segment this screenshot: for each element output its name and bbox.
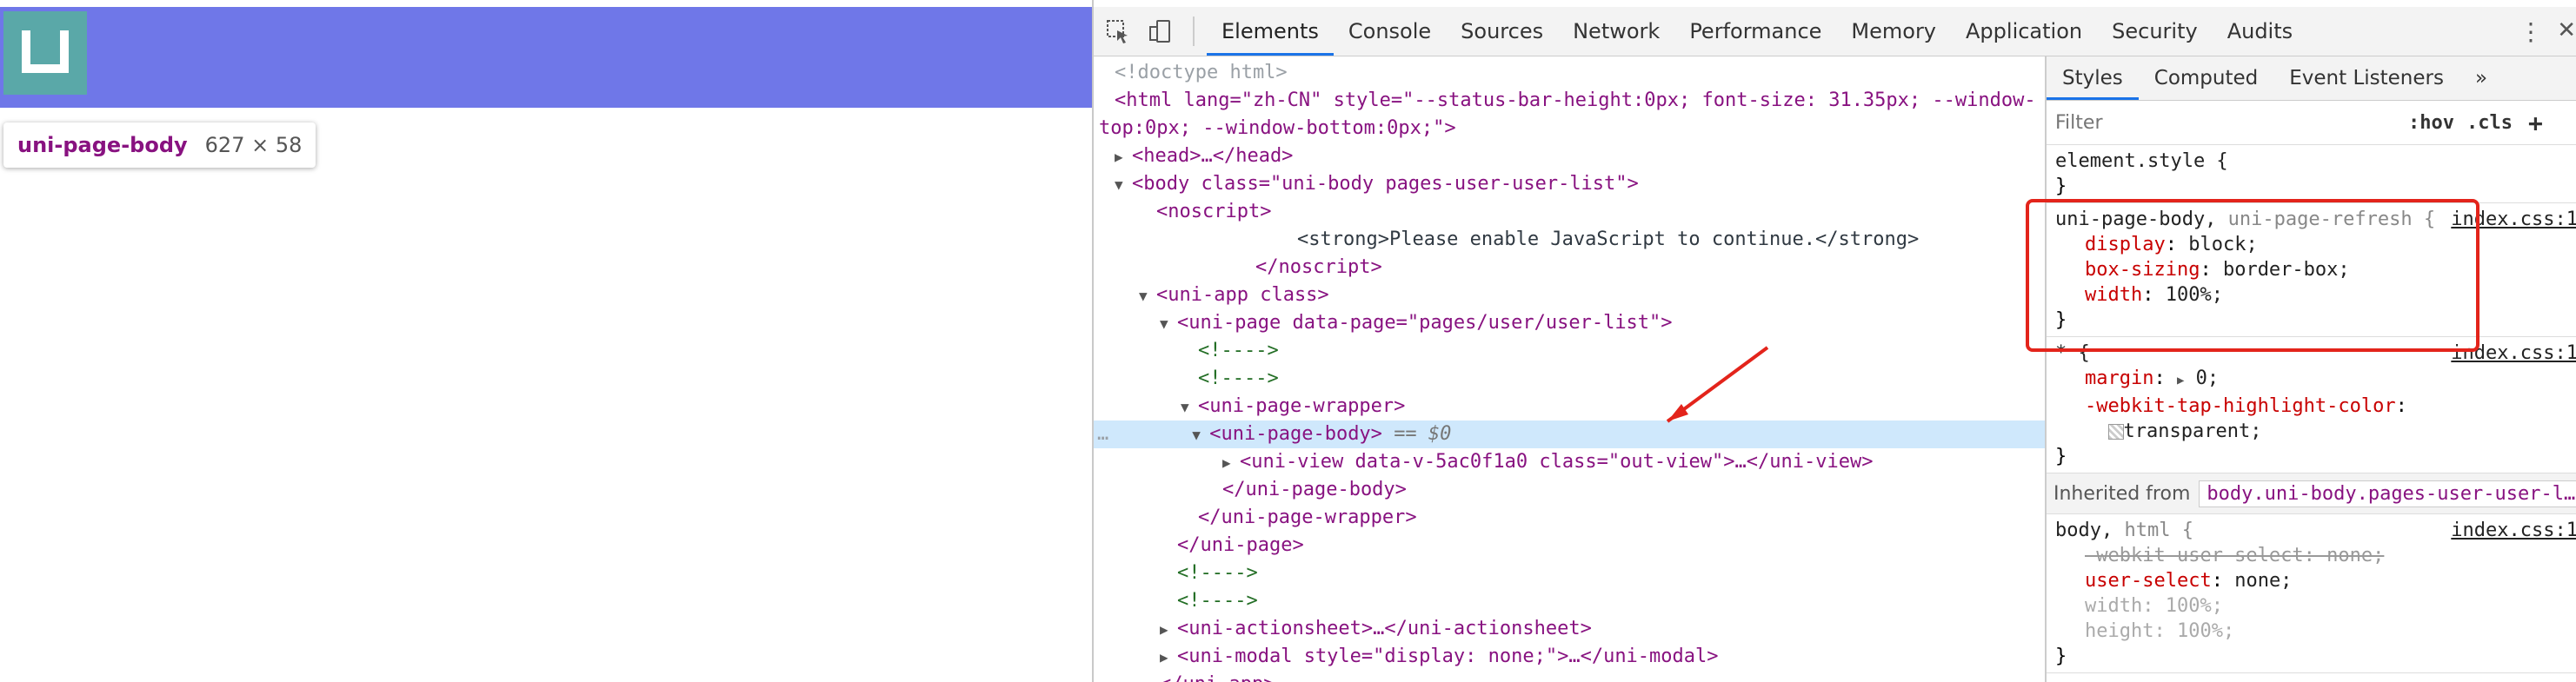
prop-name[interactable]: -webkit-tap-highlight-color xyxy=(2085,395,2396,417)
prop-value[interactable]: 0; xyxy=(2196,367,2220,389)
tab-security[interactable]: Security xyxy=(2097,7,2213,56)
styles-filter-input[interactable] xyxy=(2053,106,2396,139)
color-swatch-icon[interactable] xyxy=(2107,424,2124,440)
tab-styles[interactable]: Styles xyxy=(2047,56,2139,100)
rule-close: } xyxy=(2055,175,2067,197)
rule-close: } xyxy=(2055,446,2067,467)
toolbar-divider xyxy=(1193,17,1195,46)
annotation-arrow xyxy=(1666,346,1769,423)
devtools-panel: Elements Console Sources Network Perform… xyxy=(1092,0,2576,682)
tooltip-tag: uni-page-body xyxy=(17,133,188,157)
prop-name[interactable]: width xyxy=(2085,284,2142,306)
rule-close: } xyxy=(2055,309,2067,331)
universal-rule[interactable]: * {index.css:1 margin: ▶ 0; -webkit-tap-… xyxy=(2047,337,2576,473)
inherited-header: Inherited from body.uni-body.pages-user-… xyxy=(2047,473,2576,514)
close-icon[interactable]: ✕ xyxy=(2557,17,2576,43)
prop-name[interactable]: box-sizing xyxy=(2085,259,2200,281)
element-style-rule[interactable]: element.style { } xyxy=(2047,145,2576,203)
cls-toggle[interactable]: .cls xyxy=(2466,112,2513,134)
tab-performance[interactable]: Performance xyxy=(1674,7,1836,56)
tab-elements[interactable]: Elements xyxy=(1207,7,1334,56)
rule1-selector: uni-page-body, xyxy=(2055,209,2217,230)
prop-value[interactable]: transparent; xyxy=(2124,420,2262,442)
prop-value[interactable]: block; xyxy=(2188,234,2257,255)
tab-computed[interactable]: Computed xyxy=(2139,56,2273,100)
rule-close: } xyxy=(2055,646,2067,667)
inactive-prop[interactable]: width: 100%; xyxy=(2055,595,2223,617)
tooltip-size: 627 × 58 xyxy=(204,133,303,157)
tab-application[interactable]: Application xyxy=(1951,7,2097,56)
rule3-selector: body, xyxy=(2055,520,2113,541)
expand-triangle-icon[interactable]: ▶ xyxy=(2177,374,2184,387)
tab-audits[interactable]: Audits xyxy=(2213,7,2307,56)
prop-name[interactable]: display xyxy=(2085,234,2166,255)
devtools-tabbar: Elements Console Sources Network Perform… xyxy=(1094,7,2576,56)
prop-name[interactable]: user-select xyxy=(2085,570,2212,592)
prop-name[interactable]: margin xyxy=(2085,367,2153,389)
device-toolbar-icon[interactable] xyxy=(1142,14,1177,49)
uni-page-body-rule[interactable]: uni-page-body, uni-page-refresh { index.c… xyxy=(2047,203,2576,337)
inactive-prop[interactable]: height: 100%; xyxy=(2055,620,2234,642)
tab-network[interactable]: Network xyxy=(1558,7,1674,56)
hov-toggle[interactable]: :hov xyxy=(2408,112,2454,134)
element-highlight-overlay xyxy=(0,7,1092,108)
tab-sources[interactable]: Sources xyxy=(1446,7,1558,56)
rule3-source-link[interactable]: index.css:1 xyxy=(2451,518,2576,543)
rule1-selector-dim: uni-page-refresh { xyxy=(2216,209,2436,230)
rule3-selector-dim: html { xyxy=(2113,520,2193,541)
rule2-selector: * { xyxy=(2055,342,2090,364)
inspect-tooltip: uni-page-body 627 × 58 xyxy=(3,122,316,168)
inherited-label: Inherited from xyxy=(2053,482,2191,505)
tab-event-listeners[interactable]: Event Listeners xyxy=(2273,56,2460,100)
more-options-icon[interactable]: ⋮ xyxy=(2519,17,2543,46)
inspect-element-icon[interactable] xyxy=(1101,14,1135,49)
tab-memory[interactable]: Memory xyxy=(1836,7,1951,56)
tab-console[interactable]: Console xyxy=(1334,7,1446,56)
body-html-rule[interactable]: body, html { index.css:1 -webkit-user-sel… xyxy=(2047,514,2576,673)
elements-tree: <!doctype html> <html lang="zh-CN" style… xyxy=(1094,56,2045,682)
styles-filterbar: :hov .cls + xyxy=(2047,101,2576,145)
styles-sidebar: Styles Computed Event Listeners » :hov .… xyxy=(2045,56,2576,682)
sidebar-tabs: Styles Computed Event Listeners » xyxy=(2047,56,2576,101)
inherited-target-link[interactable]: body.uni-body.pages-user-user-l… xyxy=(2199,480,2576,507)
more-tabs-icon[interactable]: » xyxy=(2460,56,2503,100)
prop-value[interactable]: border-box; xyxy=(2223,259,2350,281)
prop-value[interactable]: 100%; xyxy=(2166,284,2223,306)
rule1-source-link[interactable]: index.css:1 xyxy=(2451,207,2576,232)
element-style-selector: element.style { xyxy=(2055,150,2228,172)
prop-value[interactable]: none; xyxy=(2234,570,2292,592)
app-logo-icon xyxy=(3,11,87,95)
page-preview: uni-page-body 627 × 58 xyxy=(0,0,1092,682)
new-rule-icon[interactable]: + xyxy=(2528,109,2543,137)
overridden-prop[interactable]: -webkit-user-select: none; xyxy=(2055,545,2384,566)
rule2-source-link[interactable]: index.css:1 xyxy=(2451,341,2576,366)
